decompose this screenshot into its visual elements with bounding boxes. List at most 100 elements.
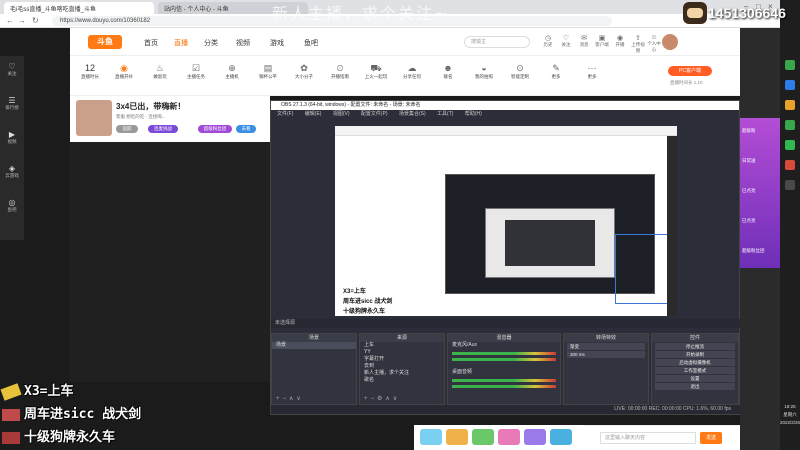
mic-meter[interactable] [452,352,556,355]
source-item[interactable]: 去到 [360,363,444,370]
pc-client-button[interactable]: PC客户端 [668,66,712,76]
obs-menu-tools[interactable]: 工具(T) [437,111,453,117]
transition-select[interactable]: 渐变 [567,343,645,350]
sidebar-video[interactable]: ▶ 视频 [0,130,24,145]
category-item[interactable]: ⊕ 主播机 [218,62,246,80]
obs-menu-scenes[interactable]: 场景集合(S) [399,111,426,117]
desktop-meter-2[interactable] [452,385,556,388]
obs-menu-edit[interactable]: 编辑(E) [305,111,322,117]
mascot-icon [683,2,707,24]
gift-icon[interactable] [550,429,572,445]
clock-day[interactable]: 星期六 [780,412,800,418]
source-selection-box[interactable] [615,234,669,304]
desktop-meter[interactable] [452,379,556,382]
source-item[interactable]: 上车 [360,342,444,349]
sidebar-follow[interactable]: ♡ 关注 [0,62,24,77]
history-icon[interactable]: ◷ 历史 [540,34,556,48]
send-button[interactable]: 发送 [700,432,722,444]
gift-icon[interactable] [472,429,494,445]
search-input[interactable]: 搜狐主 [464,36,530,48]
obs-preview[interactable]: X3=上车 周车进sicc 战犬剑 十级狗牌永久车 [335,126,677,316]
message-icon[interactable]: ✉ 消息 [576,34,592,48]
studio-mode-button[interactable]: 工作室模式 [655,367,735,374]
nav-category[interactable]: 分类 [204,38,218,48]
category-item[interactable]: ♨ 做饭玩 [146,62,174,80]
chat-input[interactable]: 这里输入聊天内容 [600,432,696,444]
sources-controls[interactable]: +−⚙∧∨ [364,395,400,402]
obs-menu-file[interactable]: 文件(F) [277,111,293,117]
source-item[interactable]: 歌名 [360,377,444,384]
app-icon[interactable] [785,120,795,130]
broadcast-icon[interactable]: ◉ 开播 [612,34,628,48]
sidebar-fishbar[interactable]: ◎ 鱼吧 [0,198,24,213]
user-avatar[interactable] [662,34,678,50]
task-icon[interactable]: ▣ 客户端 [594,34,610,48]
gift-icon[interactable] [420,429,442,445]
nav-video[interactable]: 视频 [236,38,250,48]
clock-date[interactable]: 2022/2/26 [780,420,800,425]
nav-home[interactable]: 首页 [144,38,158,48]
gift-icon[interactable] [524,429,546,445]
fan-club-ad[interactable]: 超级粉 日常送 已点亮 已点亮 超级粉丝团 [740,118,780,268]
forward-icon[interactable]: → [18,16,26,25]
exit-button[interactable]: 退出 [655,383,735,390]
app-icon[interactable] [785,80,795,90]
duration-input[interactable]: 300 ms [567,351,645,358]
virtual-camera-button[interactable]: 启动虚拟摄像机 [655,359,735,366]
obs-window: OBS 27.1.3 (64-bit, windows) - 配置文件: 未命名… [270,100,741,415]
wechat-icon[interactable] [785,60,795,70]
sidebar-cloudgame[interactable]: ◈ 云游戏 [0,164,24,179]
category-item[interactable]: ✿ 大小分子 [290,62,318,80]
fan-club-button[interactable]: 超级粉丝团 [198,125,232,133]
douyu-logo[interactable]: 斗鱼 [88,35,122,49]
sources-dock: 来源 上车 YY 字幕打开 去到 新人主播，求个关注 歌名 +−⚙∧∨ [359,333,445,405]
source-item[interactable]: 新人主播，求个关注 [360,370,444,377]
app-icon[interactable] [785,160,795,170]
app-icon[interactable] [785,140,795,150]
obs-menu-help[interactable]: 帮助(H) [465,111,482,117]
streamer-avatar[interactable] [76,100,112,136]
video-player[interactable] [70,142,270,382]
category-item[interactable]: ☻ 联名 [434,62,462,80]
screen: 毛i毛ss直播_斗鱼喀吃直播_斗鱼 站内信 - 个人中心 - 斗鱼 – □ × … [0,0,800,450]
scene-item[interactable]: 场景 [272,342,356,349]
source-item[interactable]: YY [360,349,444,356]
category-item[interactable]: ▤ 钢杯公平 [254,62,282,80]
back-icon[interactable]: ← [6,16,14,25]
challenge-button[interactable]: 连麦挑战 [148,125,178,133]
category-item[interactable]: ☁ 分享任何 [398,62,426,80]
source-item[interactable]: 字幕打开 [360,356,444,363]
sidebar-rank[interactable]: ☰ 排行榜 [0,96,24,111]
stop-stream-button[interactable]: 停止推流 [655,343,735,350]
category-item[interactable]: ☑ 主播任务 [182,62,210,80]
app-icon[interactable] [785,100,795,110]
follow-icon[interactable]: ♡ 关注 [558,34,574,48]
category-item[interactable]: ⏲ 开播指南 [326,62,354,80]
nav-fishbar[interactable]: 鱼吧 [304,38,318,48]
scenes-controls[interactable]: +−∧∨ [276,395,304,402]
follow-button[interactable]: 去看 [236,125,256,133]
category-item[interactable]: ⛟ 上火一起玩 [362,62,390,80]
heart-icon: ♡ [8,62,16,71]
browser-tab[interactable]: 毛i毛ss直播_斗鱼喀吃直播_斗鱼 [4,2,154,14]
gift-icon[interactable] [446,429,468,445]
settings-button[interactable]: 设置 [655,375,735,382]
category-item[interactable]: ◒ 我的拍照 [470,62,498,80]
mic-meter-2[interactable] [452,358,556,361]
obs-menu-view[interactable]: 视图(V) [333,111,350,117]
ad-text: 已点亮 [742,218,756,223]
gift-icon[interactable] [498,429,520,445]
clock-time[interactable]: 18:25 [780,404,800,409]
category-item[interactable]: ⋯ 更多 [578,62,606,80]
category-item[interactable]: ⊙ 智能定制 [506,62,534,80]
user-icon[interactable]: ☺ 个人中心 [646,34,662,53]
start-record-button[interactable]: 开始录制 [655,351,735,358]
category-item[interactable]: ✎ 更多 [542,62,570,80]
nav-game[interactable]: 游戏 [270,38,284,48]
nav-live[interactable]: 直播 [174,38,188,48]
app-icon[interactable] [785,180,795,190]
reload-icon[interactable]: ↻ [32,16,39,25]
category-item[interactable]: ◉ 直播开补 [110,62,138,80]
obs-menu-profile[interactable]: 配置文件(P) [361,111,388,117]
upload-icon[interactable]: ⇪ 上传视频 [630,34,646,54]
